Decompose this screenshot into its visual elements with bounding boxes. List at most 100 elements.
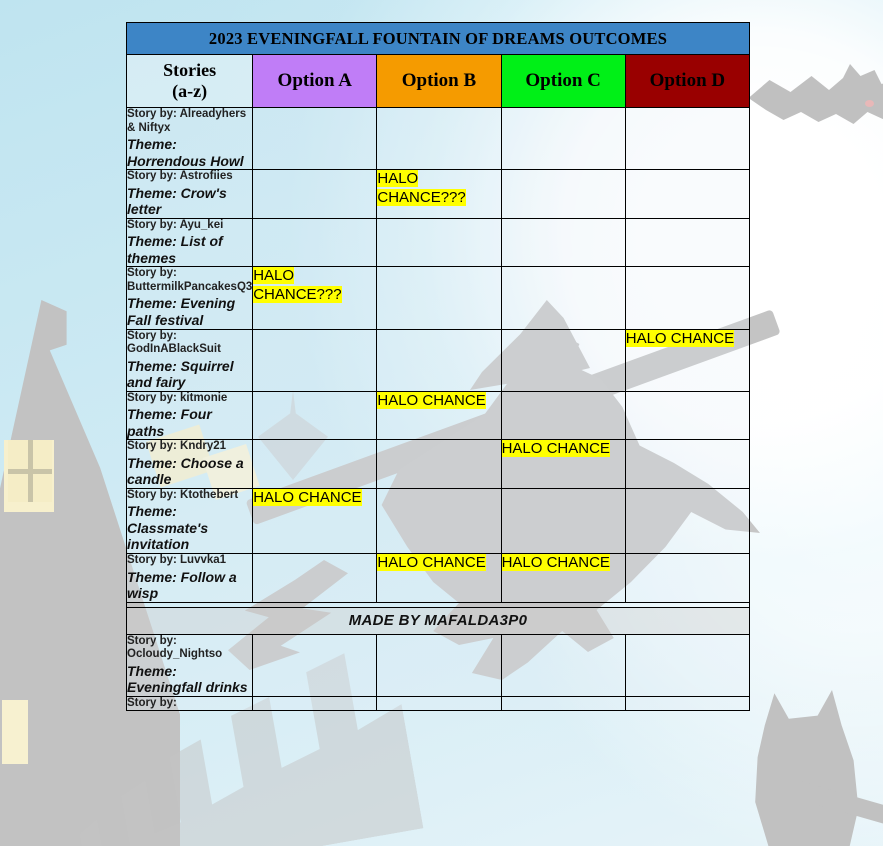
outcomes-table: 2023 EVENINGFALL FOUNTAIN OF DREAMS OUTC…	[125, 22, 751, 712]
option-b-cell[interactable]	[376, 106, 502, 171]
option-c-cell[interactable]	[500, 633, 626, 697]
title-row: 2023 EVENINGFALL FOUNTAIN OF DREAMS OUTC…	[126, 22, 750, 55]
option-d-cell[interactable]	[624, 552, 751, 603]
outcomes-sheet: 2023 EVENINGFALL FOUNTAIN OF DREAMS OUTC…	[125, 22, 751, 712]
story-author: Story by: Luvvka1	[127, 553, 227, 566]
option-a-cell[interactable]	[252, 169, 378, 219]
option-a-cell[interactable]: HALO CHANCE???	[252, 266, 378, 330]
halo-chance-marker: HALO CHANCE	[501, 440, 610, 458]
halo-chance-marker: HALO CHANCE	[377, 553, 486, 571]
option-b-cell[interactable]	[376, 328, 502, 392]
header-row: Stories (a-z) Option A Option B Option C Opti…	[125, 54, 751, 108]
option-d-cell[interactable]: HALO CHANCE	[624, 328, 751, 392]
story-author: Story by: Alreadyhers & Niftyx	[127, 108, 247, 134]
story-cell[interactable]: Story by:	[125, 695, 254, 712]
option-b-cell[interactable]	[376, 439, 502, 489]
table-row: Story by: Ocloudy_Nightso Theme: Eveningf…	[125, 633, 751, 697]
story-author: Story by: Kndry21	[127, 440, 227, 453]
option-c-cell[interactable]	[500, 695, 626, 712]
option-b-cell[interactable]	[376, 633, 502, 697]
story-author: Story by:	[127, 696, 177, 709]
story-author: Story by: ButtermilkPancakesQ3	[127, 267, 253, 293]
story-cell[interactable]: Story by: Luvvka1 Theme: Follow a wisp	[125, 552, 254, 603]
credit-band: MADE BY MAFALDA3P0	[126, 606, 750, 635]
story-theme: Theme: Eveningfall drinks	[127, 662, 248, 696]
option-b-cell[interactable]	[376, 217, 502, 268]
option-c-cell[interactable]	[500, 328, 626, 392]
column-header-d[interactable]: Option D	[624, 54, 751, 108]
option-c-cell[interactable]: HALO CHANCE	[500, 439, 626, 489]
story-theme: Theme: Follow a wisp	[127, 568, 237, 602]
option-d-cell[interactable]	[624, 217, 751, 268]
story-cell[interactable]: Story by: kitmonie Theme: Four paths	[125, 390, 254, 441]
option-c-cell[interactable]: HALO CHANCE	[500, 552, 626, 603]
option-d-cell[interactable]	[624, 266, 751, 330]
halo-chance-marker: HALO CHANCE	[625, 329, 735, 347]
column-header-b[interactable]: Option B	[376, 54, 502, 108]
option-b-cell[interactable]	[376, 266, 502, 330]
option-a-cell[interactable]: HALO CHANCE	[252, 487, 378, 554]
story-theme: Theme: Four paths	[127, 406, 212, 439]
option-a-cell[interactable]	[252, 439, 378, 489]
story-theme: Theme: Choose a candle	[127, 454, 244, 488]
bat-silhouette	[748, 64, 883, 124]
credit-row: MADE BY MAFALDA3P0	[126, 606, 750, 635]
story-author: Story by: kitmonie	[127, 391, 228, 404]
story-cell[interactable]: Story by: Ocloudy_Nightso Theme: Eveningf…	[125, 633, 254, 697]
story-theme: Theme: List of themes	[127, 233, 223, 266]
column-header-a[interactable]: Option A	[252, 54, 378, 108]
halo-chance-marker: HALO CHANCE???	[377, 170, 466, 206]
option-c-cell[interactable]	[500, 390, 626, 441]
option-d-cell[interactable]	[624, 439, 751, 489]
column-header-stories-line2: (a-z)	[172, 81, 208, 101]
option-d-cell[interactable]	[624, 633, 751, 697]
story-theme: Theme: Squirrel and fairy	[127, 357, 234, 391]
house-window-pane-icon	[8, 440, 52, 502]
column-header-stories-line1: Stories	[163, 60, 217, 81]
table-row: Story by: kitmonie Theme: Four paths HALO …	[125, 390, 751, 441]
option-b-cell[interactable]: HALO CHANCE???	[376, 169, 502, 219]
option-b-cell[interactable]: HALO CHANCE	[376, 390, 502, 441]
halo-chance-marker: HALO CHANCE	[253, 488, 362, 506]
option-d-cell[interactable]	[624, 106, 751, 171]
option-b-cell[interactable]	[376, 695, 502, 712]
option-a-cell[interactable]	[252, 633, 378, 697]
option-a-cell[interactable]	[252, 217, 378, 268]
option-d-cell[interactable]	[624, 695, 751, 712]
table-row: Story by: ButtermilkPancakesQ3 Theme: Eve…	[125, 266, 751, 330]
option-d-cell[interactable]	[624, 487, 751, 554]
cat-silhouette	[755, 690, 859, 846]
option-a-cell[interactable]	[252, 328, 378, 392]
column-header-c[interactable]: Option C	[500, 54, 626, 108]
table-row: Story by: Astrofiies Theme: Crow's letter…	[125, 169, 751, 219]
option-c-cell[interactable]	[500, 169, 626, 219]
table-row: Story by: Ayu_kei Theme: List of themes	[125, 217, 751, 268]
story-cell[interactable]: Story by: Ayu_kei Theme: List of themes	[125, 217, 254, 268]
table-row: Story by: Kndry21 Theme: Choose a candle H…	[125, 439, 751, 489]
option-a-cell[interactable]	[252, 552, 378, 603]
option-b-cell[interactable]	[376, 487, 502, 554]
column-header-stories[interactable]: Stories (a-z)	[125, 54, 254, 108]
option-d-cell[interactable]	[624, 169, 751, 219]
option-a-cell[interactable]	[252, 106, 378, 171]
story-cell[interactable]: Story by: ButtermilkPancakesQ3 Theme: Eve…	[125, 266, 254, 330]
house-window-lower-icon	[2, 700, 28, 764]
story-cell[interactable]: Story by: Ktothebert Theme: Classmate's i…	[125, 487, 254, 554]
option-a-cell[interactable]	[252, 390, 378, 441]
option-d-cell[interactable]	[624, 390, 751, 441]
halo-chance-marker: HALO CHANCE	[377, 391, 486, 409]
option-b-cell[interactable]: HALO CHANCE	[376, 552, 502, 603]
halo-chance-marker: HALO CHANCE	[501, 553, 610, 571]
table-row: Story by: Luvvka1 Theme: Follow a wisp HAL…	[125, 552, 751, 603]
story-cell[interactable]: Story by: Alreadyhers & Niftyx Theme: Hor…	[125, 106, 254, 171]
story-theme: Theme: Horrendous Howl	[127, 136, 244, 169]
table-row: Story by: Ktothebert Theme: Classmate's i…	[125, 487, 751, 554]
story-cell[interactable]: Story by: Astrofiies Theme: Crow's letter	[125, 169, 254, 219]
option-c-cell[interactable]	[500, 266, 626, 330]
option-c-cell[interactable]	[500, 106, 626, 171]
option-c-cell[interactable]	[500, 217, 626, 268]
option-a-cell[interactable]	[252, 695, 378, 712]
story-cell[interactable]: Story by: GodInABlackSuit Theme: Squirrel…	[125, 328, 254, 392]
story-cell[interactable]: Story by: Kndry21 Theme: Choose a candle	[125, 439, 254, 489]
option-c-cell[interactable]	[500, 487, 626, 554]
